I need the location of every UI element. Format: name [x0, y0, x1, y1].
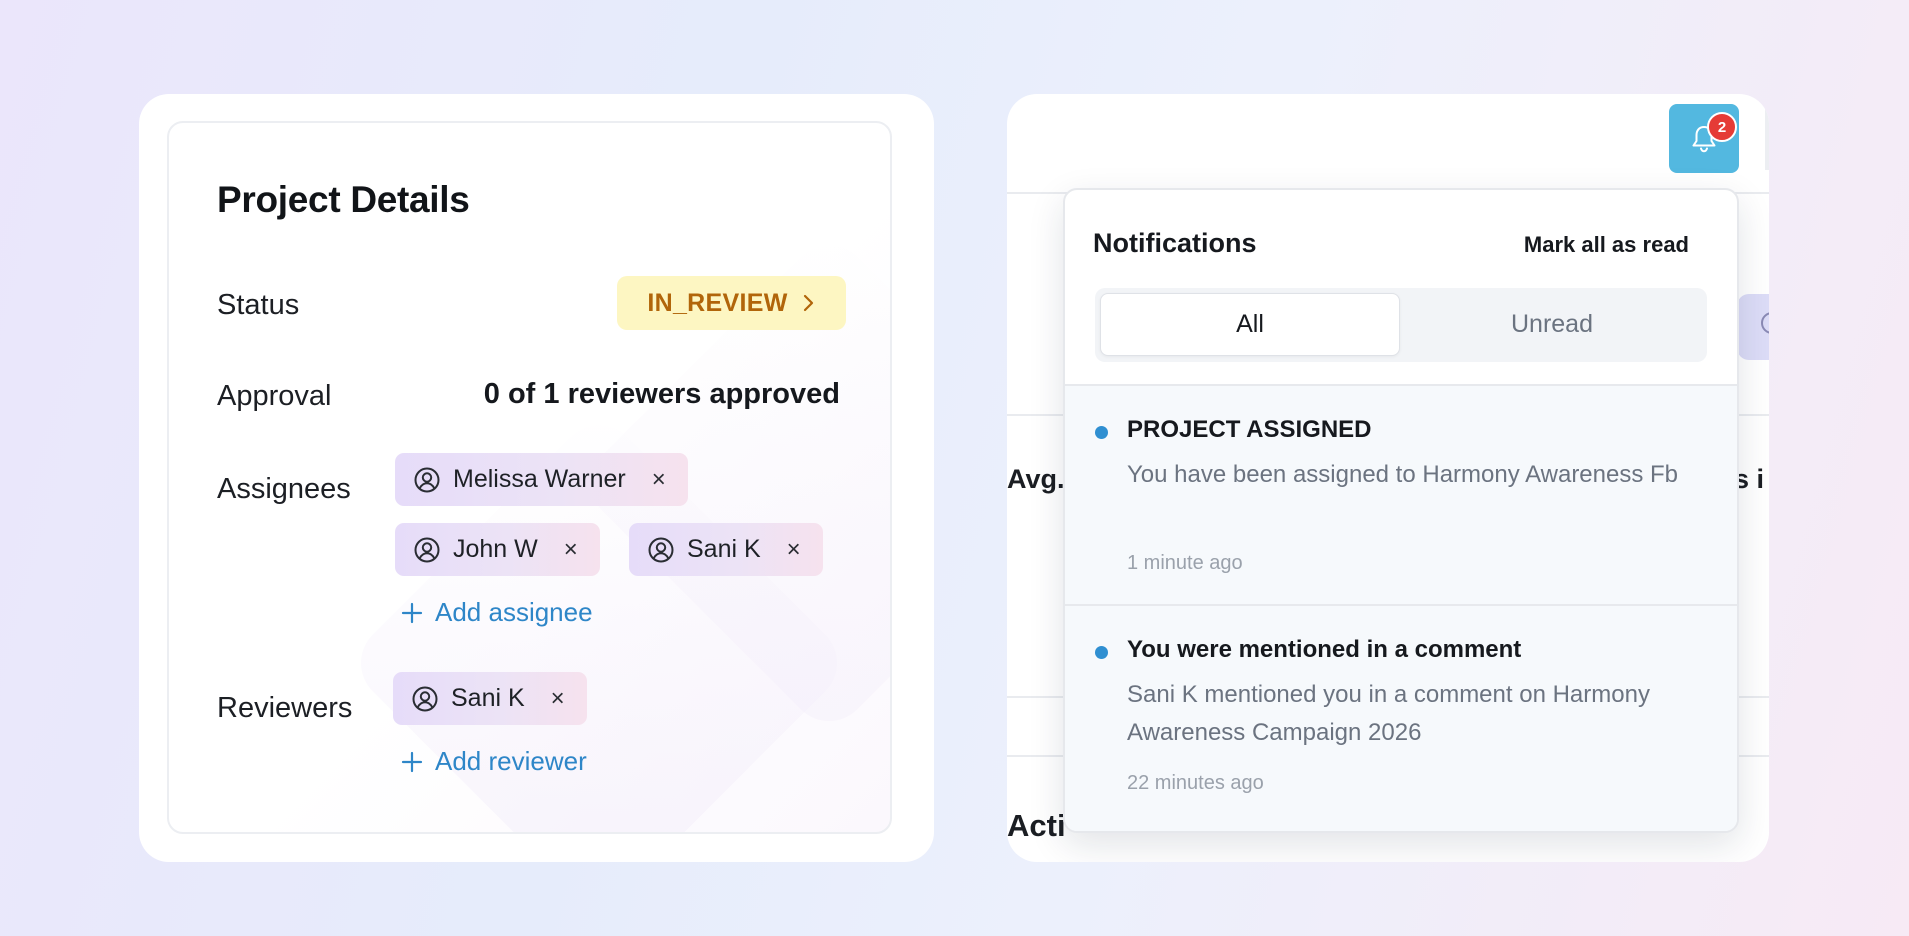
- status-badge[interactable]: IN_REVIEW: [617, 276, 846, 330]
- assignee-name: Sani K: [687, 535, 761, 563]
- add-assignee-label: Add assignee: [435, 597, 593, 627]
- reviewer-chip: Sani K ×: [393, 672, 587, 725]
- notifications-dropdown: Notifications Mark all as read All Unrea…: [1063, 188, 1739, 833]
- tab-unread[interactable]: Unread: [1402, 293, 1702, 356]
- remove-assignee-button[interactable]: ×: [648, 467, 670, 492]
- notification-count-badge: 2: [1707, 112, 1737, 142]
- remove-reviewer-button[interactable]: ×: [547, 686, 569, 711]
- plus-icon: [401, 602, 423, 623]
- assignee-chip: Sani K ×: [629, 523, 823, 576]
- status-label: Status: [217, 289, 300, 321]
- background-text: Avg.: [1007, 464, 1065, 494]
- background-text: Acti: [1007, 808, 1066, 843]
- notifications-title: Notifications: [1093, 228, 1257, 258]
- add-reviewer-button[interactable]: Add reviewer: [401, 746, 587, 777]
- page-title: Project Details: [217, 179, 470, 220]
- notification-item[interactable]: PROJECT ASSIGNED You have been assigned …: [1065, 386, 1737, 604]
- unread-dot: [1095, 426, 1108, 439]
- reviewer-name: Sani K: [451, 684, 525, 712]
- notification-body: You have been assigned to Harmony Awaren…: [1127, 461, 1679, 488]
- remove-assignee-button[interactable]: ×: [783, 537, 805, 562]
- tab-all[interactable]: All: [1100, 293, 1400, 356]
- approval-value: 0 of 1 reviewers approved: [483, 378, 840, 410]
- unread-dot: [1095, 646, 1108, 659]
- add-assignee-button[interactable]: Add assignee: [401, 597, 593, 628]
- assignee-chip: John W ×: [395, 523, 600, 576]
- remove-assignee-button[interactable]: ×: [560, 537, 582, 562]
- add-reviewer-label: Add reviewer: [435, 746, 587, 776]
- notification-time: 22 minutes ago: [1127, 772, 1264, 794]
- approval-label: Approval: [217, 380, 332, 412]
- status-value: IN_REVIEW: [647, 288, 788, 317]
- assignee-chip: Melissa Warner ×: [395, 453, 688, 506]
- reviewers-label: Reviewers: [217, 692, 353, 724]
- mark-all-read-button[interactable]: Mark all as read: [1524, 232, 1689, 258]
- chevron-right-icon: [803, 294, 813, 312]
- project-details-panel: Project Details Status IN_REVIEW Approva…: [167, 121, 892, 834]
- user-circle-icon: [414, 537, 440, 562]
- assignee-name: John W: [453, 535, 538, 563]
- plus-icon: [401, 751, 423, 772]
- notification-filter-tabs: All Unread: [1095, 288, 1707, 362]
- notification-title: PROJECT ASSIGNED: [1127, 416, 1372, 443]
- header-button-edge: [1765, 106, 1769, 170]
- app-panel: Avg. s i Acti 2 Notifications Mark all a…: [1007, 94, 1769, 862]
- notification-item[interactable]: You were mentioned in a comment Sani K m…: [1065, 606, 1737, 831]
- notifications-button[interactable]: 2: [1669, 104, 1739, 173]
- notification-body: Sani K mentioned you in a comment on Har…: [1127, 681, 1650, 746]
- assignee-name: Melissa Warner: [453, 465, 626, 493]
- background-chip: [1737, 294, 1769, 360]
- notification-time: 1 minute ago: [1127, 552, 1243, 574]
- assignees-label: Assignees: [217, 473, 351, 505]
- user-circle-icon: [414, 467, 440, 492]
- user-circle-icon: [412, 686, 438, 711]
- notification-title: You were mentioned in a comment: [1127, 636, 1522, 663]
- user-circle-icon: [648, 537, 674, 562]
- project-details-card: Project Details Status IN_REVIEW Approva…: [139, 94, 934, 862]
